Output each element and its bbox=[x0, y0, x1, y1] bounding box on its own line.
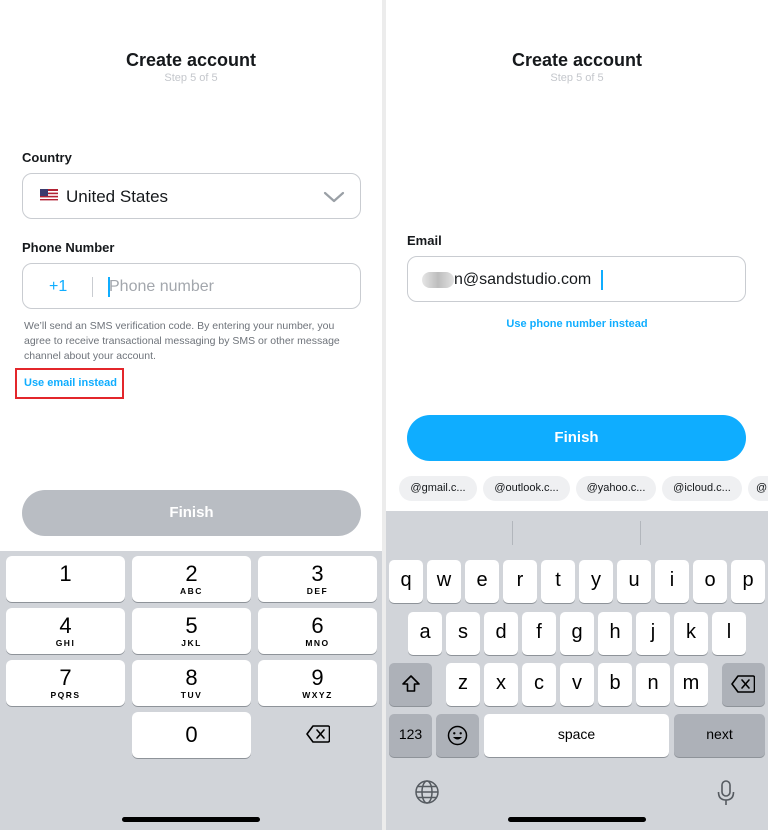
domain-suggestion-icloud[interactable]: @icloud.c... bbox=[662, 476, 742, 501]
phone-number-input[interactable] bbox=[109, 275, 339, 299]
key-d[interactable]: d bbox=[484, 612, 518, 655]
email-signup-screen: Create account Step 5 of 5 Email n@sands… bbox=[386, 0, 768, 830]
redacted-text bbox=[422, 272, 454, 288]
domain-suggestion-outlook[interactable]: @outlook.c... bbox=[483, 476, 570, 501]
key-1[interactable]: 1 bbox=[6, 556, 125, 602]
key-g[interactable]: g bbox=[560, 612, 594, 655]
key-e[interactable]: e bbox=[465, 560, 499, 603]
key-w[interactable]: w bbox=[427, 560, 461, 603]
suggestion-separator bbox=[640, 521, 641, 545]
use-phone-number-instead-link[interactable]: Use phone number instead bbox=[386, 318, 768, 330]
key-j[interactable]: j bbox=[636, 612, 670, 655]
numbers-key[interactable]: 123 bbox=[389, 714, 432, 757]
key-x[interactable]: x bbox=[484, 663, 518, 706]
sms-disclaimer: We’ll send an SMS verification code. By … bbox=[24, 320, 340, 362]
field-separator bbox=[92, 277, 93, 297]
space-key[interactable]: space bbox=[484, 714, 669, 757]
key-4[interactable]: 4 GHI bbox=[6, 608, 125, 654]
next-key[interactable]: next bbox=[674, 714, 765, 757]
key-f[interactable]: f bbox=[522, 612, 556, 655]
use-email-instead-link[interactable]: Use email instead bbox=[24, 377, 117, 389]
chevron-down-icon bbox=[323, 191, 345, 203]
key-z[interactable]: z bbox=[446, 663, 480, 706]
key-u[interactable]: u bbox=[617, 560, 651, 603]
shift-key[interactable] bbox=[389, 663, 432, 706]
email-input-value[interactable]: n@sandstudio.com bbox=[454, 271, 591, 289]
key-t[interactable]: t bbox=[541, 560, 575, 603]
domain-suggestion-yahoo[interactable]: @yahoo.c... bbox=[576, 476, 656, 501]
domain-suggestion-gmail[interactable]: @gmail.c... bbox=[399, 476, 477, 501]
finish-button[interactable]: Finish bbox=[407, 415, 746, 461]
key-o[interactable]: o bbox=[693, 560, 727, 603]
domain-suggestion-more[interactable]: @ bbox=[748, 476, 768, 501]
text-caret bbox=[601, 270, 603, 290]
country-value: United States bbox=[66, 187, 169, 206]
backspace-icon bbox=[731, 675, 755, 693]
email-field[interactable]: n@sandstudio.com bbox=[407, 256, 746, 302]
home-indicator[interactable] bbox=[508, 817, 646, 822]
country-code[interactable]: +1 bbox=[49, 278, 67, 296]
finish-button[interactable]: Finish bbox=[22, 490, 361, 536]
step-indicator: Step 5 of 5 bbox=[550, 72, 604, 84]
phone-number-field[interactable]: +1 bbox=[22, 263, 361, 309]
home-indicator[interactable] bbox=[122, 817, 260, 822]
email-label: Email bbox=[407, 233, 442, 248]
key-2[interactable]: 2 ABC bbox=[132, 556, 251, 602]
page-title: Create account bbox=[511, 50, 643, 70]
globe-icon[interactable] bbox=[414, 779, 440, 805]
key-a[interactable]: a bbox=[408, 612, 442, 655]
country-label: Country bbox=[22, 150, 72, 165]
delete-key[interactable] bbox=[258, 712, 377, 758]
qwerty-keyboard: q w e r t y u i o p a s d f g h j k l z … bbox=[386, 511, 768, 830]
key-n[interactable]: n bbox=[636, 663, 670, 706]
phone-signup-screen: Create account Step 5 of 5 Country Unite… bbox=[0, 0, 382, 830]
us-flag-icon bbox=[40, 189, 58, 202]
backspace-icon bbox=[306, 725, 330, 743]
emoji-key[interactable] bbox=[436, 714, 479, 757]
key-l[interactable]: l bbox=[712, 612, 746, 655]
key-9[interactable]: 9 WXYZ bbox=[258, 660, 377, 706]
key-h[interactable]: h bbox=[598, 612, 632, 655]
country-select[interactable]: United States bbox=[22, 173, 361, 219]
key-i[interactable]: i bbox=[655, 560, 689, 603]
numeric-keypad: 1 2 ABC 3 DEF 4 GHI 5 JKL 6 MNO 7 PQRS 8 TUV 9W… bbox=[0, 551, 382, 830]
key-b[interactable]: b bbox=[598, 663, 632, 706]
key-6[interactable]: 6 MNO bbox=[258, 608, 377, 654]
suggestion-separator bbox=[512, 521, 513, 545]
key-y[interactable]: y bbox=[579, 560, 613, 603]
backspace-key[interactable] bbox=[722, 663, 765, 706]
key-c[interactable]: c bbox=[522, 663, 556, 706]
key-p[interactable]: p bbox=[731, 560, 765, 603]
key-m[interactable]: m bbox=[674, 663, 708, 706]
key-k[interactable]: k bbox=[674, 612, 708, 655]
key-7[interactable]: 7 PQRS bbox=[6, 660, 125, 706]
key-q[interactable]: q bbox=[389, 560, 423, 603]
key-3[interactable]: 3 DEF bbox=[258, 556, 377, 602]
shift-icon bbox=[402, 675, 420, 692]
microphone-icon[interactable] bbox=[716, 779, 736, 807]
page-title: Create account bbox=[125, 50, 257, 70]
key-v[interactable]: v bbox=[560, 663, 594, 706]
key-s[interactable]: s bbox=[446, 612, 480, 655]
key-8[interactable]: 8 TUV bbox=[132, 660, 251, 706]
key-0[interactable]: 0 bbox=[132, 712, 251, 758]
emoji-icon bbox=[447, 725, 468, 746]
phone-number-label: Phone Number bbox=[22, 240, 115, 255]
key-r[interactable]: r bbox=[503, 560, 537, 603]
key-5[interactable]: 5 JKL bbox=[132, 608, 251, 654]
step-indicator: Step 5 of 5 bbox=[164, 72, 218, 84]
